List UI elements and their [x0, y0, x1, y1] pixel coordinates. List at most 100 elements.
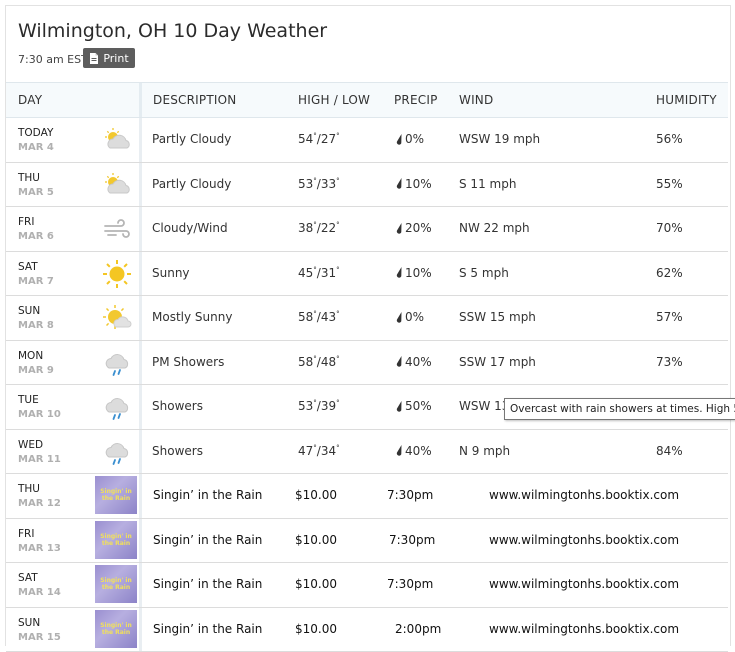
high-temp: 54 — [298, 132, 313, 146]
table-row[interactable]: TODAYMAR 4Partly Cloudy54°/27°0%WSW 19 m… — [6, 118, 728, 163]
high-low-temp: 58°/43° — [298, 310, 340, 324]
weather-description: PM Showers — [152, 355, 224, 369]
weather-description: Cloudy/Wind — [152, 221, 228, 235]
day-name: SUN — [18, 305, 40, 317]
precip-value: 40% — [405, 444, 432, 458]
weather-description: Partly Cloudy — [152, 132, 231, 146]
day-date: MAR 13 — [18, 543, 61, 554]
day-name: TODAY — [18, 127, 53, 139]
precip-chance: 10% — [396, 177, 432, 191]
table-header: DAY DESCRIPTION HIGH / LOW PRECIP WIND H… — [6, 82, 728, 118]
rain-shower-icon — [101, 392, 133, 422]
table-row[interactable]: SUNMAR 15Singin' in the RainSingin’ in t… — [6, 608, 728, 652]
precip-chance: 0% — [396, 310, 424, 324]
day-name: FRI — [18, 216, 34, 228]
event-price: $10.00 — [295, 533, 337, 547]
poster-text: Singin' in the Rain — [99, 622, 133, 636]
wind-value: NW 22 mph — [459, 221, 530, 235]
partly-cloudy-icon — [101, 125, 133, 155]
high-temp: 58 — [298, 310, 313, 324]
humidity-value: 57% — [656, 310, 683, 324]
humidity-value: 55% — [656, 177, 683, 191]
day-date: MAR 12 — [18, 498, 61, 509]
event-time: 2:00pm — [395, 622, 441, 636]
event-title: Singin’ in the Rain — [153, 533, 262, 547]
table-row[interactable]: MONMAR 9PM Showers58°/48°40%SSW 17 mph73… — [6, 341, 728, 386]
precip-value: 40% — [405, 355, 432, 369]
weather-description: Mostly Sunny — [152, 310, 232, 324]
table-row[interactable]: SUNMAR 8Mostly Sunny58°/43°0%SSW 15 mph5… — [6, 296, 728, 341]
wind-value: N 9 mph — [459, 444, 510, 458]
low-temp: 48 — [321, 355, 336, 369]
high-low-temp: 58°/48° — [298, 355, 340, 369]
high-low-temp: 53°/39° — [298, 399, 340, 413]
event-url: www.wilmingtonhs.booktix.com — [489, 577, 679, 591]
high-temp: 38 — [298, 221, 313, 235]
column-humidity[interactable]: HUMIDITY — [656, 93, 717, 107]
day-date: MAR 4 — [18, 142, 54, 153]
humidity-value: 62% — [656, 266, 683, 280]
high-low-temp: 38°/22° — [298, 221, 340, 235]
weather-description: Showers — [152, 399, 203, 413]
day-name: THU — [18, 483, 40, 495]
table-row[interactable]: SATMAR 7Sunny45°/31°10%S 5 mph62% — [6, 252, 728, 297]
day-date: MAR 14 — [18, 587, 61, 598]
low-temp: 33 — [321, 177, 336, 191]
show-poster-image: Singin' in the Rain — [95, 476, 137, 514]
day-date: MAR 9 — [18, 365, 54, 376]
column-precip[interactable]: PRECIP — [394, 93, 438, 107]
table-row[interactable]: FRIMAR 6Cloudy/Wind38°/22°20%NW 22 mph70… — [6, 207, 728, 252]
partly-cloudy-icon — [101, 170, 133, 200]
table-body: TODAYMAR 4Partly Cloudy54°/27°0%WSW 19 m… — [6, 118, 728, 652]
event-title: Singin’ in the Rain — [153, 488, 262, 502]
column-description[interactable]: DESCRIPTION — [153, 93, 236, 107]
precip-value: 20% — [405, 221, 432, 235]
page-title: Wilmington, OH 10 Day Weather — [18, 20, 327, 42]
high-temp: 53 — [298, 399, 313, 413]
table-row[interactable]: THU MAR 12 Singin' in the Rain Singin’ in t… — [6, 474, 728, 519]
day-date: MAR 11 — [18, 454, 61, 465]
table-row[interactable]: THUMAR 5Partly Cloudy53°/33°10%S 11 mph5… — [6, 163, 728, 208]
raindrop-icon — [396, 445, 403, 456]
print-button[interactable]: Print — [83, 48, 135, 68]
poster-text: Singin' in the Rain — [99, 577, 133, 591]
low-temp: 39 — [321, 399, 336, 413]
weather-description: Partly Cloudy — [152, 177, 231, 191]
table-row[interactable]: FRIMAR 13Singin' in the RainSingin’ in t… — [6, 519, 728, 564]
print-label: Print — [103, 52, 128, 65]
column-high-low[interactable]: HIGH / LOW — [298, 93, 370, 107]
high-temp: 53 — [298, 177, 313, 191]
day-date: MAR 7 — [18, 276, 54, 287]
precip-value: 10% — [405, 266, 432, 280]
raindrop-icon — [396, 356, 403, 367]
mostly-sunny-icon — [101, 303, 133, 333]
precip-chance: 40% — [396, 355, 432, 369]
low-temp: 43 — [321, 310, 336, 324]
column-wind[interactable]: WIND — [459, 93, 493, 107]
raindrop-icon — [396, 178, 403, 189]
precip-chance: 20% — [396, 221, 432, 235]
update-time: 7:30 am EST — [18, 53, 88, 66]
column-day[interactable]: DAY — [18, 93, 42, 107]
day-name: WED — [18, 439, 43, 451]
table-row[interactable]: WEDMAR 11Showers47°/34°40%N 9 mph84% — [6, 430, 728, 475]
table-row[interactable]: SATMAR 14Singin' in the RainSingin’ in t… — [6, 563, 728, 608]
day-name: THU — [18, 172, 40, 184]
forecast-tooltip: Overcast with rain showers at times. Hig… — [504, 398, 735, 420]
precip-chance: 40% — [396, 444, 432, 458]
wind-value: SSW 15 mph — [459, 310, 536, 324]
day-date: MAR 5 — [18, 187, 54, 198]
event-price: $10.00 — [295, 488, 337, 502]
event-price: $10.00 — [295, 577, 337, 591]
precip-value: 10% — [405, 177, 432, 191]
sun-icon — [101, 259, 133, 289]
day-name: SUN — [18, 617, 40, 629]
forecast-table: DAY DESCRIPTION HIGH / LOW PRECIP WIND H… — [6, 82, 728, 652]
high-temp: 58 — [298, 355, 313, 369]
precip-chance: 50% — [396, 399, 432, 413]
day-name: TUE — [18, 394, 39, 406]
event-time: 7:30pm — [389, 533, 435, 547]
precip-chance: 0% — [396, 132, 424, 146]
raindrop-icon — [396, 401, 403, 412]
event-url: www.wilmingtonhs.booktix.com — [489, 533, 679, 547]
